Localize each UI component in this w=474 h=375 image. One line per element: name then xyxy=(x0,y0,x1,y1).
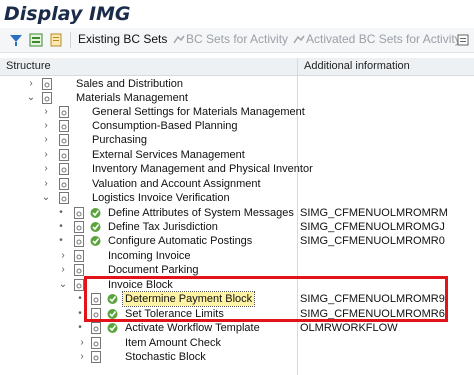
tree-node[interactable]: ⌄ Materials Management xyxy=(0,91,474,105)
tree-node-label: Configure Automatic Postings xyxy=(108,235,253,247)
execute-activity-icon[interactable] xyxy=(89,207,102,219)
window-title: Display IMG xyxy=(4,3,131,25)
bookmark-icon[interactable] xyxy=(48,32,64,48)
toolbar-separator xyxy=(70,32,71,48)
tree-node-label: Sales and Distribution xyxy=(76,78,184,90)
bullet-icon: • xyxy=(78,308,82,319)
annotation-highlight-box xyxy=(84,276,448,322)
document-icon xyxy=(91,337,101,349)
tree-node-label: Activate Workflow Template xyxy=(125,322,260,334)
tree-node[interactable]: › Stochastic Block xyxy=(0,350,474,364)
column-header: Structure Additional information xyxy=(0,58,474,76)
tree-node-label: Stochastic Block xyxy=(125,351,206,363)
tree-node[interactable]: ⌄ Logistics Invoice Verification xyxy=(0,191,474,205)
document-icon xyxy=(42,78,52,90)
tree-node-label: Document Parking xyxy=(108,264,199,276)
document-icon xyxy=(91,351,101,363)
tree-node[interactable]: › Document Parking xyxy=(0,263,474,277)
document-icon xyxy=(91,322,101,334)
tree-node-label: Purchasing xyxy=(92,134,148,146)
bullet-icon: • xyxy=(78,322,82,333)
document-icon xyxy=(74,264,84,276)
document-icon xyxy=(59,163,69,175)
chevron-right-icon[interactable]: › xyxy=(41,177,51,191)
title-bar: Display IMG xyxy=(0,0,474,28)
bc-set-icon xyxy=(173,35,185,44)
additional-info-cell: SIMG_CFMENUOLMROMRM xyxy=(300,207,448,219)
tree-node-label: Incoming Invoice xyxy=(108,250,191,262)
tree-node-label: External Services Management xyxy=(92,149,245,161)
tree-node-label: Valuation and Account Assignment xyxy=(92,178,261,190)
tree-node[interactable]: › Incoming Invoice xyxy=(0,249,474,263)
bullet-icon: • xyxy=(59,207,63,218)
bullet-icon: • xyxy=(59,221,63,232)
tree-node[interactable]: › Purchasing xyxy=(0,133,474,147)
activated-bc-sets-for-activity-button[interactable]: Activated BC Sets for Activity xyxy=(306,32,461,46)
bullet-icon: • xyxy=(78,293,82,304)
bc-set-icon xyxy=(293,35,305,44)
tree-node[interactable]: › General Settings for Materials Managem… xyxy=(0,105,474,119)
chevron-down-icon[interactable]: ⌄ xyxy=(26,91,36,105)
chevron-right-icon[interactable]: › xyxy=(58,249,68,263)
find-icon[interactable] xyxy=(8,32,24,48)
tree-activity[interactable]: • Define Attributes of System Messages S… xyxy=(0,206,474,220)
display-icon[interactable] xyxy=(28,32,44,48)
document-icon xyxy=(59,120,69,132)
additional-information-column-header[interactable]: Additional information xyxy=(304,60,410,72)
execute-activity-icon[interactable] xyxy=(106,322,119,334)
bc-sets-for-activity-button[interactable]: BC Sets for Activity xyxy=(186,32,288,46)
chevron-right-icon[interactable]: › xyxy=(26,77,36,91)
document-icon xyxy=(59,106,69,118)
document-icon xyxy=(74,207,84,219)
structure-column-header[interactable]: Structure xyxy=(6,60,51,72)
tree-node-label: Define Attributes of System Messages xyxy=(108,207,294,219)
chevron-right-icon[interactable]: › xyxy=(77,350,87,364)
chevron-right-icon[interactable]: › xyxy=(41,148,51,162)
tree-node[interactable]: › Consumption-Based Planning xyxy=(0,119,474,133)
document-icon xyxy=(59,178,69,190)
tree-activity[interactable]: • Activate Workflow Template OLMRWORKFLO… xyxy=(0,321,474,335)
document-icon xyxy=(74,235,84,247)
document-icon xyxy=(59,192,69,204)
bullet-icon: • xyxy=(59,235,63,246)
tree-node-label: Define Tax Jurisdiction xyxy=(108,221,218,233)
chevron-right-icon[interactable]: › xyxy=(41,119,51,133)
additional-info-cell: OLMRWORKFLOW xyxy=(300,322,398,334)
tree-node[interactable]: › Item Amount Check xyxy=(0,336,474,350)
tree-activity[interactable]: • Configure Automatic Postings SIMG_CFME… xyxy=(0,234,474,248)
document-icon xyxy=(74,250,84,262)
tree-node-label: Consumption-Based Planning xyxy=(92,120,238,132)
chevron-right-icon[interactable]: › xyxy=(58,263,68,277)
chevron-right-icon[interactable]: › xyxy=(77,336,87,350)
chevron-right-icon[interactable]: › xyxy=(41,105,51,119)
existing-bc-sets-button[interactable]: Existing BC Sets xyxy=(78,32,167,46)
chevron-right-icon[interactable]: › xyxy=(41,162,51,176)
chevron-down-icon[interactable]: ⌄ xyxy=(41,191,51,205)
additional-info-cell: SIMG_CFMENUOLMROMGJ xyxy=(300,221,445,233)
tree-node[interactable]: › Sales and Distribution xyxy=(0,77,474,91)
tree-node-label: Inventory Management and Physical Invent… xyxy=(92,163,313,175)
tree-node[interactable]: › Inventory Management and Physical Inve… xyxy=(0,162,474,176)
more-icon[interactable] xyxy=(455,32,471,48)
execute-activity-icon[interactable] xyxy=(89,221,102,233)
img-tree: › Sales and Distribution ⌄ Materials Man… xyxy=(0,76,474,375)
document-icon xyxy=(42,92,52,104)
tree-node-label: Materials Management xyxy=(76,92,188,104)
tree-activity[interactable]: • Define Tax Jurisdiction SIMG_CFMENUOLM… xyxy=(0,220,474,234)
document-icon xyxy=(74,221,84,233)
application-toolbar: Existing BC Sets BC Sets for Activity Ac… xyxy=(0,28,474,53)
document-icon xyxy=(59,149,69,161)
tree-node[interactable]: › Valuation and Account Assignment xyxy=(0,177,474,191)
document-icon xyxy=(59,134,69,146)
tree-node-label: General Settings for Materials Managemen… xyxy=(92,106,305,118)
tree-node-label: Logistics Invoice Verification xyxy=(92,192,230,204)
chevron-down-icon[interactable]: ⌄ xyxy=(58,278,68,292)
tree-node-label: Item Amount Check xyxy=(125,337,221,349)
additional-info-cell: SIMG_CFMENUOLMROMR0 xyxy=(300,235,445,247)
chevron-right-icon[interactable]: › xyxy=(41,133,51,147)
execute-activity-icon[interactable] xyxy=(89,235,102,247)
tree-node[interactable]: › External Services Management xyxy=(0,148,474,162)
